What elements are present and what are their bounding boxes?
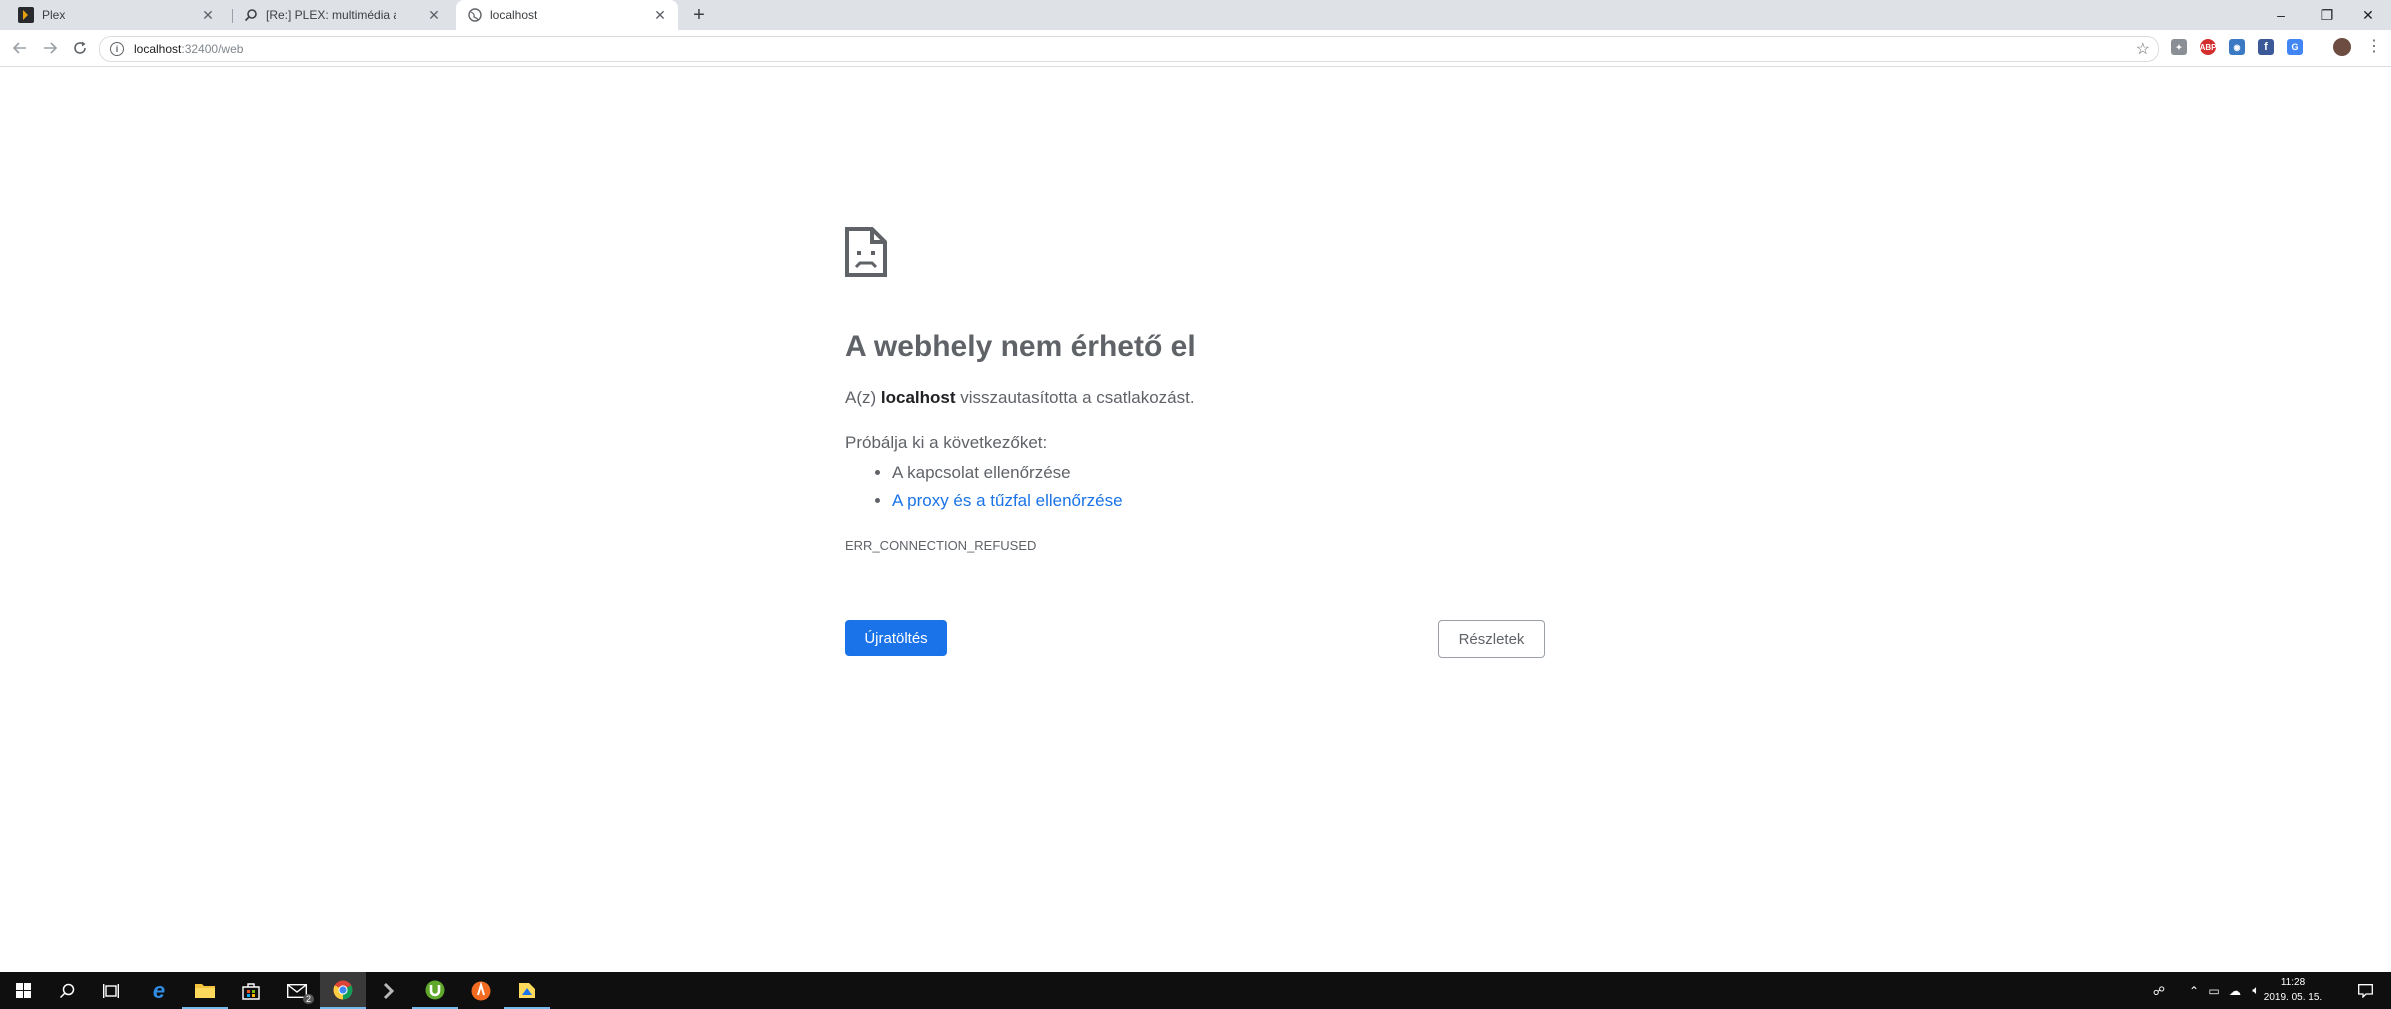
tab-forum[interactable]: [Re:] PLEX: multimédia az egész h ✕ bbox=[236, 0, 452, 30]
suggestion-check-proxy-link[interactable]: A proxy és a tűzfal ellenőrzése bbox=[892, 491, 1123, 510]
taskbar-mail[interactable]: 2 bbox=[274, 972, 320, 1009]
reload-icon bbox=[74, 41, 86, 54]
taskbar-plex[interactable] bbox=[366, 972, 412, 1009]
tab-title: localhost bbox=[490, 8, 538, 22]
taskbar-utorrent[interactable] bbox=[412, 972, 458, 1009]
search-button[interactable] bbox=[44, 972, 90, 1009]
suggestion-item: A kapcsolat ellenőrzése bbox=[892, 459, 1123, 487]
edge-icon: e bbox=[152, 977, 166, 1003]
tab-localhost[interactable]: localhost ✕ bbox=[456, 0, 678, 30]
restore-button[interactable]: ❐ bbox=[2304, 0, 2350, 30]
close-tab-icon[interactable]: ✕ bbox=[426, 7, 442, 23]
clock-date: 2019. 05. 15. bbox=[2263, 992, 2323, 1003]
folder-icon bbox=[195, 983, 215, 998]
people-icon[interactable]: ☍ bbox=[2148, 972, 2170, 1009]
profile-avatar[interactable] bbox=[2333, 38, 2351, 56]
close-window-button[interactable]: ✕ bbox=[2345, 0, 2391, 30]
tab-title: [Re:] PLEX: multimédia az egész h bbox=[266, 8, 396, 22]
clock-time: 11:28 bbox=[2280, 977, 2306, 988]
tab-divider bbox=[232, 9, 233, 23]
taskbar-edge[interactable]: e bbox=[136, 972, 182, 1009]
task-view-button[interactable] bbox=[88, 972, 134, 1009]
suggestion-item: A proxy és a tűzfal ellenőrzése bbox=[892, 487, 1123, 515]
translate-icon[interactable]: G bbox=[2287, 39, 2303, 55]
onedrive-cloud-icon[interactable]: ☁ bbox=[2224, 972, 2246, 1009]
error-message: A(z) localhost visszautasította a csatla… bbox=[845, 388, 1195, 408]
search-icon bbox=[59, 983, 75, 998]
taskbar-store[interactable] bbox=[228, 972, 274, 1009]
arrow-right-icon bbox=[44, 42, 57, 54]
extension-icon[interactable]: ◉ bbox=[2229, 39, 2245, 55]
error-host: localhost bbox=[880, 388, 956, 407]
windows-logo-icon bbox=[15, 983, 31, 998]
address-host: localhost bbox=[134, 42, 182, 56]
arrow-left-icon bbox=[13, 42, 26, 54]
reload-page-button[interactable]: Újratöltés bbox=[845, 620, 947, 656]
new-tab-button[interactable]: + bbox=[688, 4, 710, 26]
error-message-suffix: visszautasította a csatlakozást. bbox=[955, 388, 1195, 407]
info-icon[interactable]: i bbox=[110, 42, 124, 56]
reload-button[interactable] bbox=[68, 36, 92, 60]
error-title: A webhely nem érhető el bbox=[845, 330, 1196, 363]
tab-plex[interactable]: Plex ✕ bbox=[10, 0, 226, 30]
details-button[interactable]: Részletek bbox=[1438, 620, 1545, 658]
taskbar-file-explorer[interactable] bbox=[182, 972, 228, 1009]
suggestions-label: Próbálja ki a következőket: bbox=[845, 433, 1048, 452]
system-clock[interactable]: 11:28 2019. 05. 15. bbox=[2263, 975, 2323, 1005]
menu-icon[interactable]: ⋮ bbox=[2366, 38, 2382, 56]
error-message-prefix: A(z) bbox=[845, 388, 881, 407]
plex-icon bbox=[18, 7, 34, 23]
orange-app-icon bbox=[471, 981, 491, 1000]
sad-page-icon bbox=[845, 227, 887, 277]
forward-button[interactable] bbox=[38, 36, 62, 60]
bookmark-star-icon[interactable]: ☆ bbox=[2136, 39, 2150, 59]
start-button[interactable] bbox=[0, 972, 46, 1009]
minimize-button[interactable]: – bbox=[2258, 0, 2304, 30]
windows-taskbar: e 2 ☍ ⌃ ▭ ☁ 🔈︎ 11:28 2019. 05. 15. bbox=[0, 972, 2391, 1009]
taskbar-app-drive[interactable] bbox=[504, 972, 550, 1009]
browser-toolbar: i localhost:32400/web ☆ bbox=[0, 30, 2391, 67]
task-view-icon bbox=[103, 983, 119, 998]
plex-icon bbox=[383, 982, 395, 999]
back-button[interactable] bbox=[8, 36, 32, 60]
action-center-icon[interactable] bbox=[2350, 972, 2380, 1009]
close-tab-icon[interactable]: ✕ bbox=[200, 7, 216, 23]
utorrent-icon bbox=[425, 980, 445, 999]
suggestions-list: A kapcsolat ellenőrzése A proxy és a tűz… bbox=[864, 459, 1123, 515]
network-icon[interactable]: ▭ bbox=[2204, 972, 2224, 1009]
globe-icon bbox=[468, 8, 482, 22]
close-tab-icon[interactable]: ✕ bbox=[652, 7, 668, 23]
drive-icon bbox=[519, 982, 535, 998]
notification-icon bbox=[2357, 983, 2373, 998]
chrome-icon bbox=[333, 980, 353, 999]
suggestion-check-connection: A kapcsolat ellenőrzése bbox=[892, 463, 1071, 482]
taskbar-chrome[interactable] bbox=[320, 972, 366, 1009]
tab-title: Plex bbox=[42, 8, 66, 22]
store-icon bbox=[242, 982, 260, 1000]
show-hidden-icons-chevron-icon[interactable]: ⌃ bbox=[2184, 972, 2204, 1009]
mail-badge: 2 bbox=[302, 994, 314, 1004]
address-bar[interactable]: i localhost:32400/web ☆ bbox=[99, 36, 2159, 62]
taskbar-app-orange[interactable] bbox=[458, 972, 504, 1009]
tab-strip: Plex ✕ [Re:] PLEX: multimédia az egész h… bbox=[0, 0, 2391, 30]
facebook-icon[interactable]: f bbox=[2258, 39, 2274, 55]
error-code: ERR_CONNECTION_REFUSED bbox=[845, 538, 1037, 553]
puzzle-extension-icon[interactable]: ✦ bbox=[2171, 39, 2187, 55]
adblock-icon[interactable]: ABP bbox=[2200, 39, 2216, 55]
search-icon bbox=[244, 9, 257, 22]
address-path: :32400/web bbox=[181, 42, 244, 56]
